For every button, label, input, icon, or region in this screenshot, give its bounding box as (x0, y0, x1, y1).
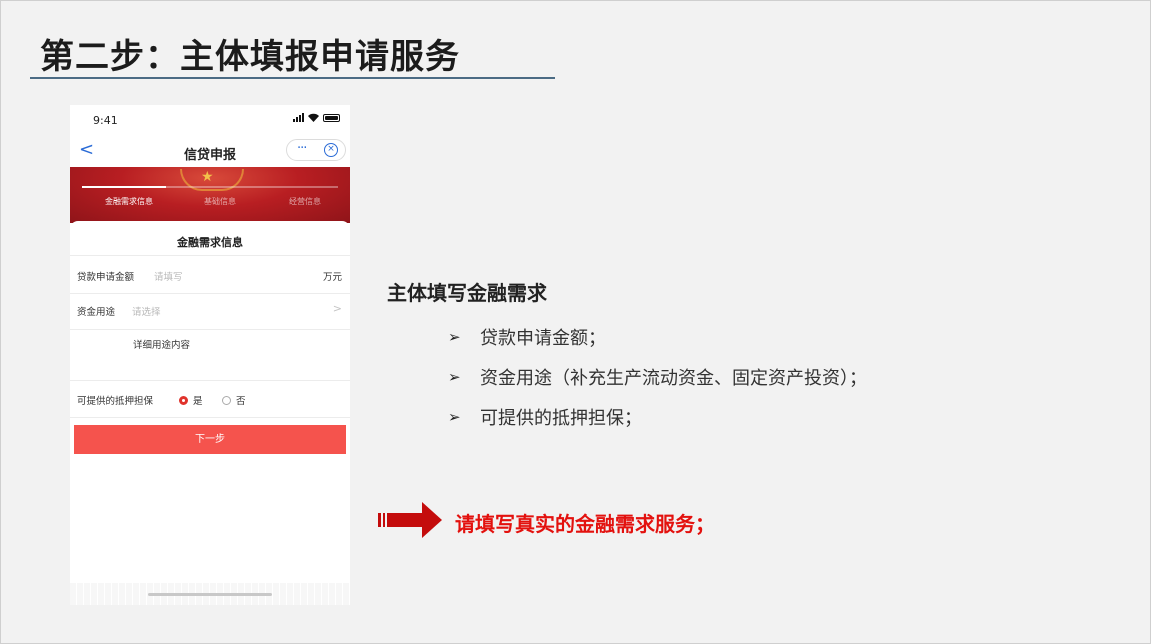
collateral-no-label: 否 (236, 396, 246, 407)
detail-use-row[interactable]: 详细用途内容 (70, 330, 350, 381)
fund-use-label: 资金用途 (77, 307, 116, 318)
progress-fill (82, 186, 167, 188)
loan-amount-label: 贷款申请金额 (77, 272, 135, 283)
next-step-button[interactable]: 下一步 (74, 425, 346, 454)
red-arrow-icon (378, 502, 442, 538)
collateral-label: 可提供的抵押担保 (77, 396, 154, 407)
step-3-label: 经营信息 (289, 197, 321, 206)
arrow-bullet-icon: ➢ (448, 368, 461, 386)
battery-icon (323, 114, 340, 122)
loan-amount-unit: 万元 (322, 272, 342, 283)
status-icons (293, 113, 340, 122)
detail-use-textarea[interactable]: 详细用途内容 (133, 337, 190, 351)
status-bar: 9:41 (70, 105, 350, 135)
slide-title: 第二步：主体填报申请服务 (40, 37, 460, 77)
progress-track (82, 186, 338, 188)
loan-amount-row[interactable]: 贷款申请金额 请填写 万元 (70, 255, 350, 294)
arrow-bullet-icon: ➢ (448, 408, 461, 426)
mini-program-capsule: ··· × (286, 139, 346, 161)
fund-use-row[interactable]: 资金用途 请选择 > (70, 293, 350, 330)
title-underline (30, 77, 555, 79)
status-time: 9:41 (93, 114, 118, 127)
form-section-title: 金融需求信息 (177, 236, 243, 249)
list-item: ➢ 资金用途（补充生产流动资金、固定资产投资）； (448, 357, 867, 397)
step-banner: ★ 金融需求信息 基础信息 经营信息 (70, 167, 350, 223)
collateral-yes-radio[interactable]: 是 (179, 393, 203, 407)
star-icon: ★ (201, 169, 214, 185)
bullet-text: 可提供的抵押担保； (480, 408, 642, 429)
bullet-text: 贷款申请金额； (480, 328, 606, 349)
loan-amount-input[interactable]: 请填写 (154, 269, 183, 283)
collateral-row: 可提供的抵押担保 是 否 (70, 381, 350, 418)
step-2-label: 基础信息 (204, 197, 236, 206)
collateral-no-radio[interactable]: 否 (222, 393, 246, 407)
radio-unchecked-icon (222, 395, 231, 405)
content-heading: 主体填写金融需求 (387, 281, 547, 305)
step-1-label: 金融需求信息 (105, 197, 153, 206)
list-item: ➢ 可提供的抵押担保； (448, 397, 867, 437)
close-icon[interactable]: × (324, 143, 338, 157)
collateral-yes-label: 是 (193, 396, 203, 407)
phone-mockup: 9:41 < 信贷申报 ··· × ★ 金融需求信息 基础信息 经营信息 金融需… (70, 105, 350, 605)
fund-use-select[interactable]: 请选择 (132, 304, 161, 318)
bullet-list: ➢ 贷款申请金额； ➢ 资金用途（补充生产流动资金、固定资产投资）； ➢ 可提供… (448, 317, 867, 437)
bullet-text: 资金用途（补充生产流动资金、固定资产投资）； (480, 368, 867, 389)
signal-icon (293, 113, 304, 122)
arrow-bullet-icon: ➢ (448, 328, 461, 346)
wifi-icon (308, 113, 319, 122)
chevron-right-icon: > (332, 302, 342, 315)
more-icon[interactable]: ··· (297, 141, 307, 156)
list-item: ➢ 贷款申请金额； (448, 317, 867, 357)
radio-checked-icon (179, 395, 188, 405)
callout-text: 请填写真实的金融需求服务； (455, 512, 715, 536)
home-indicator (148, 593, 272, 596)
nav-bar: < 信贷申报 ··· × (70, 137, 350, 167)
